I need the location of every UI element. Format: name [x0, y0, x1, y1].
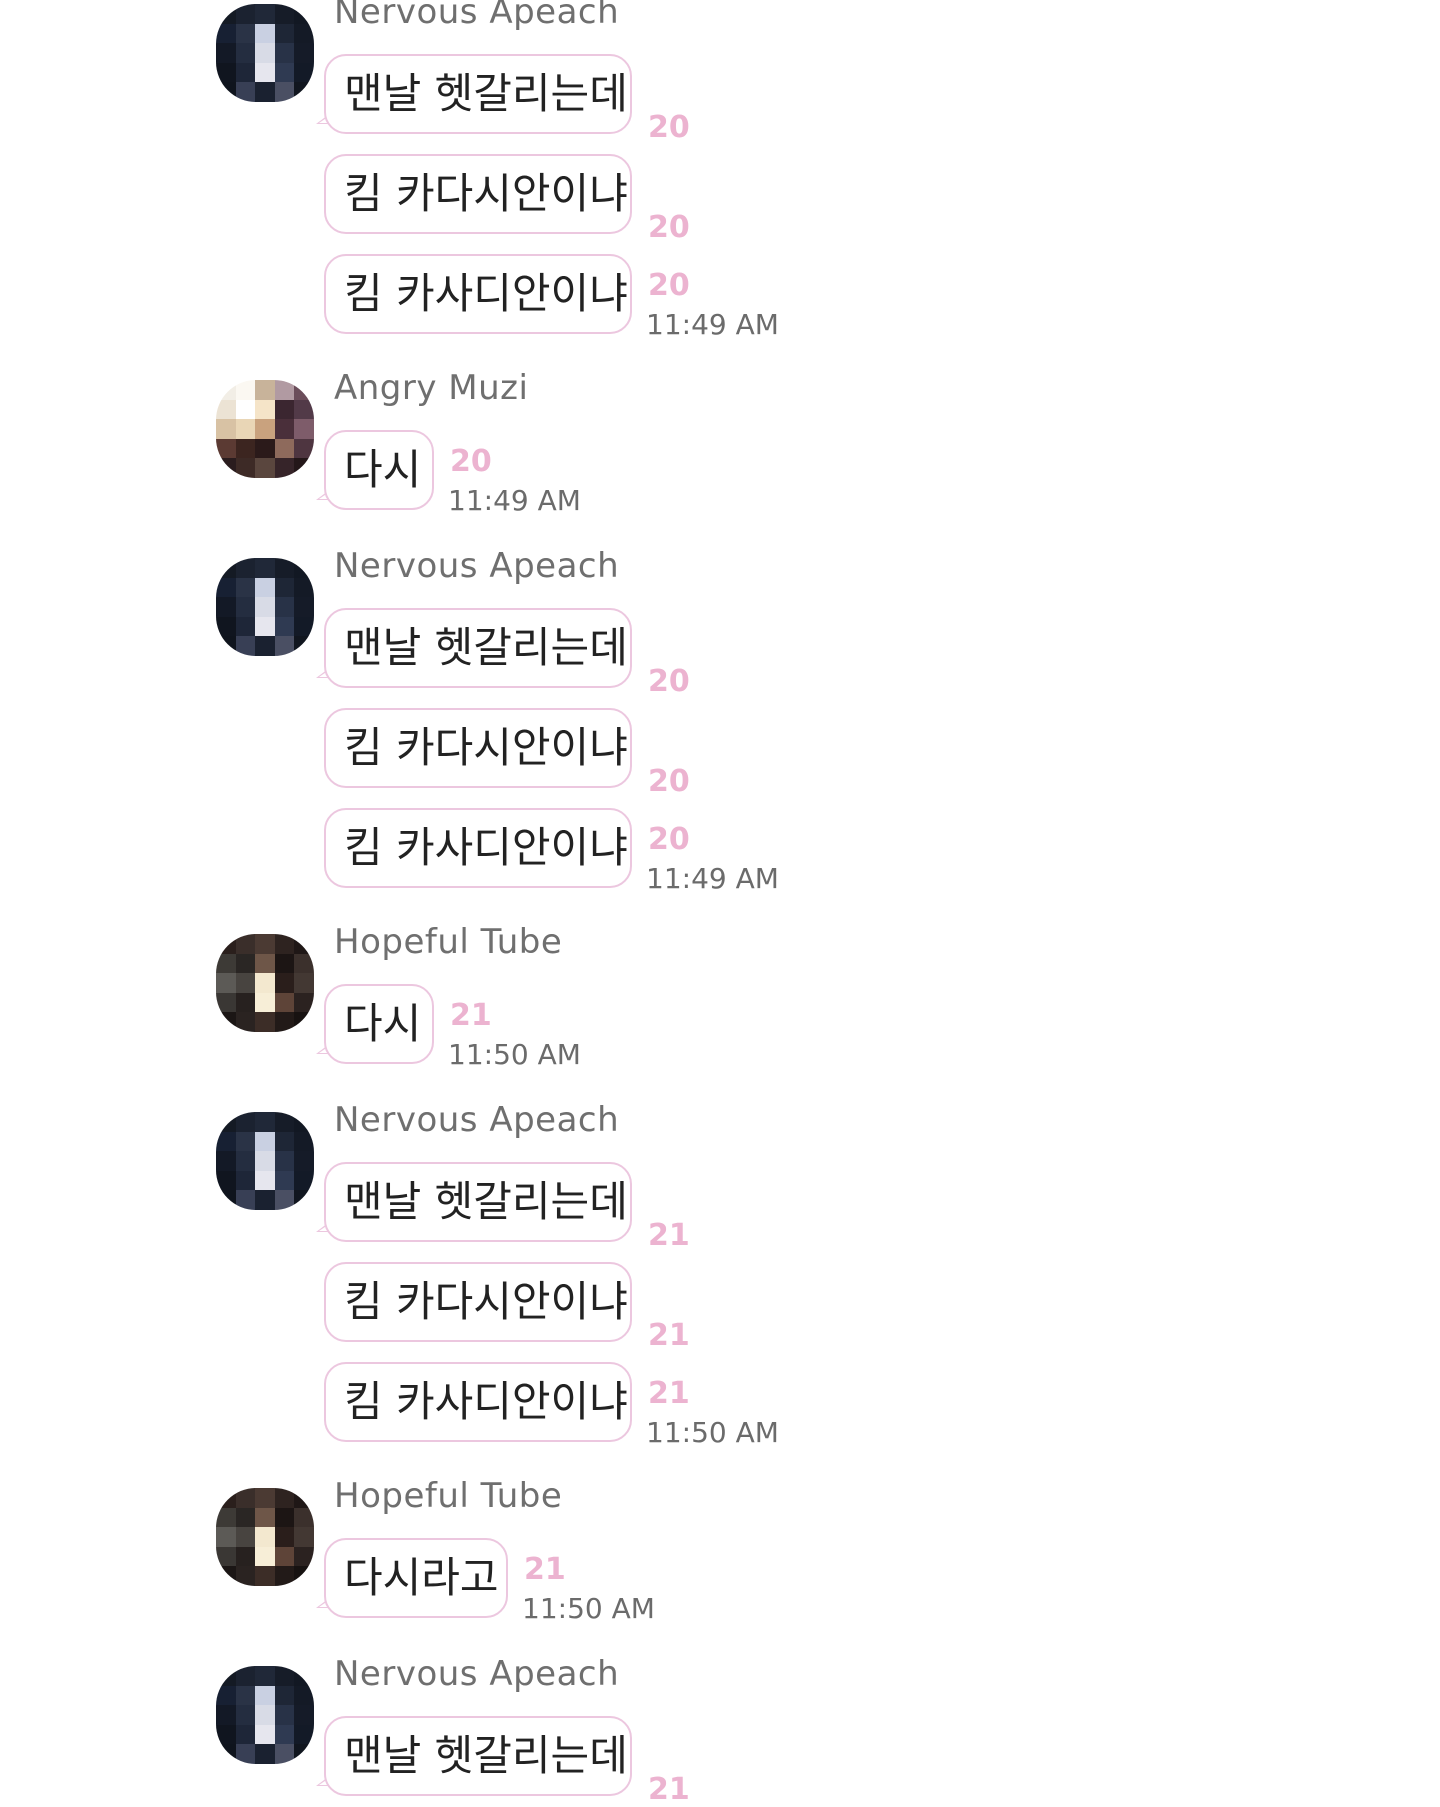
message-bubble[interactable]: 킴 카다시안이냐: [324, 1262, 632, 1342]
avatar[interactable]: [216, 558, 314, 656]
unread-count: 20: [648, 664, 690, 699]
sender-name: Nervous Apeach: [334, 546, 620, 586]
unread-count: 20: [648, 822, 690, 857]
avatar[interactable]: [216, 4, 314, 102]
message-bubble[interactable]: 킴 카다시안이냐: [324, 708, 632, 788]
unread-count: 20: [648, 210, 690, 245]
unread-count: 21: [648, 1218, 690, 1253]
message-bubble[interactable]: 맨날 헷갈리는데: [324, 1716, 632, 1796]
timestamp: 11:50 AM: [448, 1038, 581, 1071]
avatar[interactable]: [216, 934, 314, 1032]
message-bubble[interactable]: 맨날 헷갈리는데: [324, 54, 632, 134]
timestamp: 11:49 AM: [646, 862, 779, 895]
unread-count: 21: [524, 1552, 566, 1587]
unread-count: 21: [648, 1376, 690, 1411]
unread-count: 20: [648, 110, 690, 145]
unread-count: 21: [648, 1772, 690, 1807]
message-bubble[interactable]: 다시: [324, 984, 434, 1064]
sender-name: Hopeful Tube: [334, 1476, 563, 1516]
message-bubble[interactable]: 다시라고: [324, 1538, 508, 1618]
timestamp: 11:50 AM: [522, 1592, 655, 1625]
unread-count: 20: [648, 268, 690, 303]
unread-count: 21: [648, 1318, 690, 1353]
chat-message-list[interactable]: Nervous Apeach 맨날 헷갈리는데 20 킴 카다시안이냐 20 킴…: [0, 0, 1440, 1807]
message-bubble[interactable]: 킴 카사디안이냐: [324, 808, 632, 888]
message-bubble[interactable]: 맨날 헷갈리는데: [324, 1162, 632, 1242]
avatar[interactable]: [216, 380, 314, 478]
avatar[interactable]: [216, 1488, 314, 1586]
message-bubble[interactable]: 킴 카사디안이냐: [324, 1362, 632, 1442]
message-bubble[interactable]: 다시: [324, 430, 434, 510]
message-bubble[interactable]: 킴 카다시안이냐: [324, 154, 632, 234]
sender-name: Nervous Apeach: [334, 0, 620, 32]
sender-name: Angry Muzi: [334, 368, 529, 408]
timestamp: 11:50 AM: [646, 1416, 779, 1449]
sender-name: Nervous Apeach: [334, 1100, 620, 1140]
sender-name: Nervous Apeach: [334, 1654, 620, 1694]
sender-name: Hopeful Tube: [334, 922, 563, 962]
timestamp: 11:49 AM: [448, 484, 581, 517]
unread-count: 21: [450, 998, 492, 1033]
unread-count: 20: [648, 764, 690, 799]
avatar[interactable]: [216, 1666, 314, 1764]
timestamp: 11:49 AM: [646, 308, 779, 341]
message-bubble[interactable]: 맨날 헷갈리는데: [324, 608, 632, 688]
avatar[interactable]: [216, 1112, 314, 1210]
unread-count: 20: [450, 444, 492, 479]
message-bubble[interactable]: 킴 카사디안이냐: [324, 254, 632, 334]
